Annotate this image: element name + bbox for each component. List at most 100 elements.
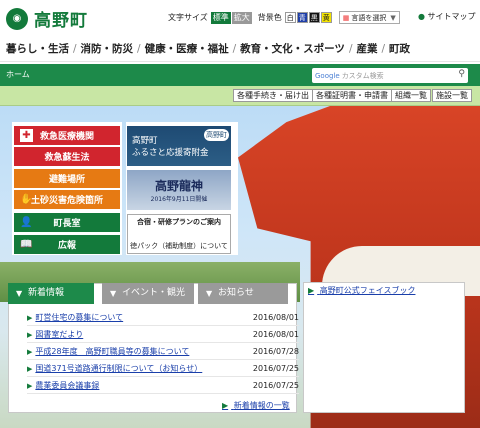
- triangle-down-icon: ▼: [110, 289, 117, 298]
- bg-yellow-button[interactable]: 黄: [320, 12, 332, 23]
- search-icon[interactable]: ⚲: [458, 69, 465, 79]
- news-title[interactable]: 農業委員会議事録: [35, 380, 247, 391]
- hand-icon: ✋: [20, 194, 33, 205]
- furusato-banner[interactable]: 高野町 ふるさと応援寄附金 高野町: [127, 126, 231, 166]
- arrow-right-icon: ▶: [27, 330, 33, 339]
- cross-icon: ✚: [20, 129, 33, 142]
- mayor-office-button[interactable]: 👤 町長室: [14, 213, 120, 232]
- news-date: 2016/08/01: [252, 313, 299, 322]
- first-aid-label: 救急蘇生法: [44, 153, 90, 163]
- gnav-item-government[interactable]: 町政: [389, 41, 410, 56]
- public-relations-button[interactable]: 📖 広報: [14, 235, 120, 254]
- subnav-procedures[interactable]: 各種手続き・届け出: [233, 89, 313, 102]
- news-title[interactable]: 国道371号道路通行制限について（お知らせ）: [35, 363, 247, 374]
- marathon-title: 高野龍神: [154, 179, 203, 193]
- tab-notices[interactable]: ▼ お知らせ: [198, 283, 288, 304]
- news-title[interactable]: 図書室だより: [35, 329, 247, 340]
- tab-events[interactable]: ▼ イベント・観光: [102, 283, 194, 304]
- facebook-panel: ▶ 高野町公式フェイスブック: [303, 282, 465, 413]
- emergency-menu: ✚ 救急医療機関 救急蘇生法 避難場所 ✋ 土砂災害危険箇所 👤 町長室 📖 広…: [12, 122, 122, 255]
- gnav-item-industry[interactable]: 産業: [356, 41, 377, 56]
- site-logo[interactable]: ◉ 高野町: [6, 6, 88, 31]
- evacuation-button[interactable]: 避難場所: [14, 169, 120, 188]
- breadcrumb-bar: ホーム Google カスタム検索 ⚲: [0, 64, 480, 86]
- site-header: ◉ 高野町 文字サイズ 標準 拡大 背景色 白 青 黒 黄 ▦ 言語を選択 ▼ …: [0, 0, 480, 36]
- search-input[interactable]: Google カスタム検索 ⚲: [312, 68, 468, 83]
- person-icon: 👤: [20, 217, 33, 228]
- triangle-down-icon: ▼: [16, 289, 23, 298]
- news-title[interactable]: 平成28年度 高野町職員等の募集について: [35, 346, 247, 357]
- arrow-right-icon: ▶: [222, 401, 229, 410]
- sitemap-link[interactable]: ● サイトマップ: [418, 11, 476, 22]
- subnav-facilities[interactable]: 施設一覧: [432, 89, 472, 102]
- camp-line1: 合宿・研修プランのご案内: [137, 218, 221, 226]
- facebook-link-label: 高野町公式フェイスブック: [319, 286, 416, 295]
- banner-column: 高野町 ふるさと応援寄附金 高野町 高野龍神 2016年9月11日開催 合宿・研…: [126, 122, 238, 255]
- chevron-down-icon: ▼: [390, 13, 396, 22]
- emergency-medical-label: 救急医療機関: [39, 132, 94, 142]
- bg-black-button[interactable]: 黒: [308, 12, 320, 23]
- news-row[interactable]: ▶ 農業委員会議事録 2016/07/25: [27, 378, 299, 394]
- arrow-right-icon: ▶: [308, 286, 315, 295]
- arrow-right-icon: ▶: [27, 364, 33, 373]
- site-name: 高野町: [34, 11, 88, 31]
- facebook-link[interactable]: ▶ 高野町公式フェイスブック: [308, 285, 415, 296]
- news-row[interactable]: ▶ 平成28年度 高野町職員等の募集について 2016/07/28: [27, 344, 299, 360]
- subnav-organizations[interactable]: 組織一覧: [391, 89, 431, 102]
- camp-banner[interactable]: 合宿・研修プランのご案内 徳パック（補助制度）について: [127, 214, 231, 254]
- evacuation-label: 避難場所: [48, 175, 85, 185]
- tab-new-label: 新着情報: [28, 288, 65, 298]
- news-date: 2016/08/01: [252, 330, 299, 339]
- news-date: 2016/07/25: [252, 381, 299, 390]
- gnav-item-education[interactable]: 教育・文化・スポーツ: [240, 41, 345, 56]
- accessibility-tools: 文字サイズ 標準 拡大 背景色 白 青 黒 黄 ▦ 言語を選択 ▼: [168, 11, 400, 24]
- breadcrumb-home[interactable]: ホーム: [6, 69, 30, 80]
- arrow-right-icon: ▶: [27, 347, 33, 356]
- subnav-certificates[interactable]: 各種証明書・申請書: [312, 89, 392, 102]
- triangle-down-icon: ▼: [206, 289, 213, 298]
- news-row[interactable]: ▶ 国道371号道路通行制限について（お知らせ） 2016/07/25: [27, 361, 299, 377]
- google-translate-icon: ▦: [342, 13, 350, 22]
- landslide-label: 土砂災害危険箇所: [30, 196, 103, 206]
- news-list-link-label: 新着情報の一覧: [233, 401, 290, 410]
- text-size-label: 文字サイズ: [168, 13, 208, 22]
- language-select-label: 言語を選択: [351, 13, 387, 22]
- bg-color-label: 背景色: [257, 13, 282, 22]
- bg-white-button[interactable]: 白: [284, 12, 296, 23]
- town-emblem-icon: ◉: [6, 7, 28, 30]
- news-date: 2016/07/28: [252, 347, 299, 356]
- bg-blue-button[interactable]: 青: [296, 12, 308, 23]
- tab-new[interactable]: ▼ 新着情報: [8, 283, 94, 304]
- arrow-right-icon: ▶: [27, 381, 33, 390]
- marathon-date: 2016年9月11日開催: [150, 196, 208, 203]
- furusato-badge: 高野町: [204, 129, 229, 141]
- sitemap-label: サイトマップ: [427, 12, 476, 21]
- news-list-link[interactable]: ▶ 新着情報の一覧: [222, 400, 290, 411]
- global-nav: 暮らし・生活 / 消防・防災 / 健康・医療・福祉 / 教育・文化・スポーツ / 産業 /…: [0, 36, 480, 62]
- news-row[interactable]: ▶ 図書室だより 2016/08/01: [27, 327, 299, 343]
- gnav-item-health[interactable]: 健康・医療・福祉: [145, 41, 229, 56]
- first-aid-button[interactable]: 救急蘇生法: [14, 147, 120, 166]
- text-size-standard-button[interactable]: 標準: [210, 11, 231, 24]
- emergency-medical-button[interactable]: ✚ 救急医療機関: [14, 126, 120, 145]
- text-size-large-button[interactable]: 拡大: [231, 11, 252, 24]
- mayor-office-label: 町長室: [53, 219, 81, 229]
- sub-nav: 各種手続き・届け出 各種証明書・申請書 組織一覧 施設一覧: [0, 86, 480, 106]
- language-select[interactable]: ▦ 言語を選択 ▼: [338, 11, 400, 24]
- news-row[interactable]: ▶ 町営住宅の募集について 2016/08/01: [27, 310, 299, 326]
- landslide-button[interactable]: ✋ 土砂災害危険箇所: [14, 190, 120, 209]
- news-title[interactable]: 町営住宅の募集について: [35, 312, 247, 323]
- news-tabs: ▼ 新着情報 ▼ イベント・観光 ▼ お知らせ: [8, 283, 297, 304]
- arrow-icon: ●: [418, 12, 425, 21]
- google-logo: Google: [315, 71, 340, 80]
- search-placeholder: カスタム検索: [341, 71, 384, 80]
- arrow-right-icon: ▶: [27, 313, 33, 322]
- book-icon: 📖: [20, 239, 33, 250]
- tab-events-label: イベント・観光: [122, 288, 186, 298]
- gnav-item-disaster[interactable]: 消防・防災: [81, 41, 134, 56]
- news-date: 2016/07/25: [252, 364, 299, 373]
- gnav-item-living[interactable]: 暮らし・生活: [6, 41, 69, 56]
- camp-line2: 徳パック（補助制度）について: [130, 242, 228, 250]
- marathon-banner[interactable]: 高野龍神 2016年9月11日開催: [127, 170, 231, 210]
- tab-notices-label: お知らせ: [218, 288, 254, 298]
